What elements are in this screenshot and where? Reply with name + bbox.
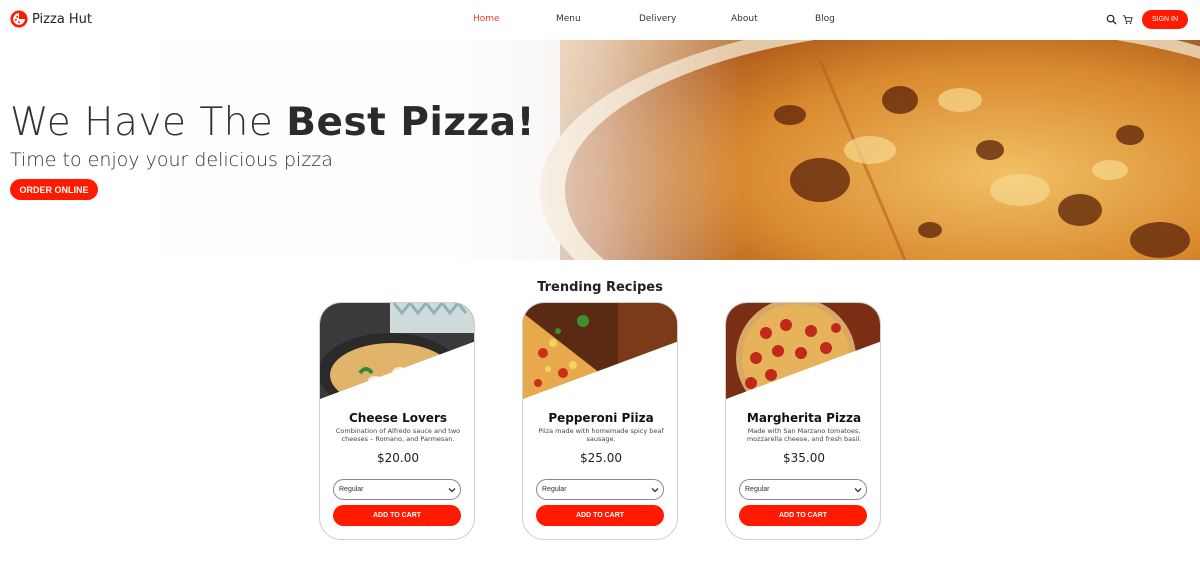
- chevron-down-icon: [448, 488, 456, 493]
- add-to-cart-button[interactable]: ADD TO CART: [333, 505, 461, 526]
- nav-link-menu[interactable]: Menu: [556, 14, 581, 24]
- nav-link-delivery[interactable]: Delivery: [639, 14, 676, 24]
- size-select[interactable]: Regular: [739, 479, 867, 500]
- card-description: Piiza made with homemade spicy beaf saus…: [538, 427, 664, 443]
- nav-link-home[interactable]: Home: [473, 14, 500, 24]
- nav-actions: SIGN IN: [1106, 10, 1188, 29]
- card-price: $25.00: [580, 451, 622, 465]
- card-title: Cheese Lovers: [349, 411, 447, 425]
- size-select[interactable]: Regular: [333, 479, 461, 500]
- trending-title: Trending Recipes: [537, 280, 663, 295]
- hero-subtitle: Time to enjoy your delicious pizza: [10, 149, 333, 171]
- pepperoni-pizza-image: [523, 303, 677, 399]
- cheese-lovers-image: [320, 303, 474, 399]
- hero-title-bold: Best Pizza!: [286, 100, 535, 145]
- add-to-cart-button[interactable]: ADD TO CART: [739, 505, 867, 526]
- recipe-card-margherita: Margherita Pizza Made with San Marzano t…: [725, 302, 881, 540]
- nav-links: Home Menu Delivery About Blog: [0, 14, 1200, 28]
- sign-in-button[interactable]: SIGN IN: [1142, 10, 1188, 29]
- top-navbar: Pizza Hut Home Menu Delivery About Blog …: [0, 0, 1200, 40]
- card-description: Combination of Alfredo sauce and two che…: [335, 427, 461, 443]
- order-online-button[interactable]: ORDER ONLINE: [10, 179, 98, 200]
- size-select[interactable]: Regular: [536, 479, 664, 500]
- size-select-value: Regular: [745, 486, 770, 493]
- search-icon[interactable]: [1106, 14, 1117, 25]
- nav-link-about[interactable]: About: [731, 14, 758, 24]
- hero-title-light: We Have The: [10, 100, 287, 145]
- add-to-cart-button[interactable]: ADD TO CART: [536, 505, 664, 526]
- cart-icon[interactable]: [1122, 14, 1133, 25]
- card-price: $20.00: [377, 451, 419, 465]
- margherita-pizza-image: [726, 303, 880, 399]
- hero-banner: We Have The Best Pizza! Time to enjoy yo…: [0, 40, 1200, 260]
- card-title: Margherita Pizza: [746, 411, 862, 425]
- chevron-down-icon: [854, 488, 862, 493]
- nav-link-blog[interactable]: Blog: [815, 14, 835, 24]
- size-select-value: Regular: [542, 486, 567, 493]
- recipe-card-cheese-lovers: Cheese Lovers Combination of Alfredo sau…: [319, 302, 475, 540]
- card-price: $35.00: [783, 451, 825, 465]
- card-description: Made with San Marzano tomatoes, mozzarel…: [746, 427, 862, 443]
- size-select-value: Regular: [339, 486, 364, 493]
- hero-title: We Have The Best Pizza!: [10, 100, 535, 145]
- chevron-down-icon: [651, 488, 659, 493]
- card-title: Pepperoni Piiza: [548, 411, 654, 425]
- recipe-card-pepperoni: Pepperoni Piiza Piiza made with homemade…: [522, 302, 678, 540]
